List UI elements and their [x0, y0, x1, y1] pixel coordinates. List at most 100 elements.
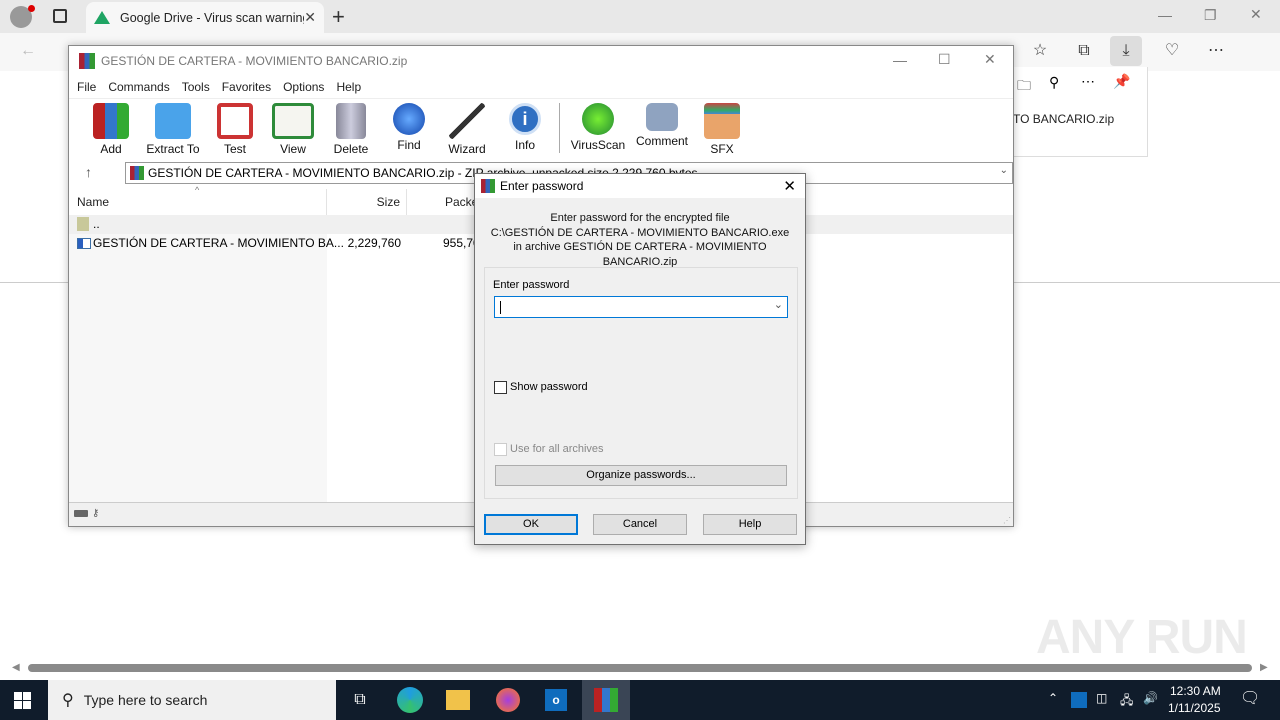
menu-favorites[interactable]: Favorites [222, 80, 271, 94]
menu-tools[interactable]: Tools [182, 80, 210, 94]
file-explorer-taskbar-icon[interactable] [434, 680, 482, 720]
network-icon[interactable]: 🖧 [1120, 691, 1133, 712]
drive-icon [74, 510, 88, 517]
delete-button[interactable]: Delete [323, 99, 379, 156]
use-for-all-archives-label: Use for all archives [510, 443, 604, 455]
tab-close-icon[interactable]: ✕ [304, 9, 316, 26]
taskbar-search[interactable]: ⚲ Type here to search [48, 680, 336, 720]
more-icon[interactable]: ⋯ [1200, 36, 1232, 66]
virusscan-button[interactable]: VirusScan [566, 99, 630, 152]
book-icon [272, 103, 314, 139]
up-arrow-icon[interactable]: ↑ [85, 164, 92, 180]
profile-notification-dot [28, 5, 35, 12]
edge-taskbar-icon[interactable] [386, 680, 434, 720]
outlook-tray-icon[interactable] [1071, 692, 1087, 708]
wizard-button[interactable]: Wizard [439, 99, 495, 156]
password-input[interactable]: ⌄ [494, 296, 788, 318]
browser-close-button[interactable]: ✕ [1250, 6, 1262, 23]
test-clipboard-icon [217, 103, 253, 139]
sfx-box-icon [704, 103, 740, 139]
menu-file[interactable]: File [77, 80, 96, 94]
show-password-label[interactable]: Show password [510, 381, 588, 393]
sort-indicator-icon: ^ [195, 185, 200, 195]
toolbar-separator [559, 103, 560, 153]
ok-button[interactable]: OK [484, 514, 578, 535]
dialog-titlebar: Enter password ✕ [475, 174, 805, 198]
dialog-close-button[interactable]: ✕ [783, 177, 796, 195]
wand-icon [449, 103, 485, 139]
tab-actions-icon[interactable] [53, 9, 67, 23]
task-view-button[interactable]: ⧉ [336, 680, 384, 720]
winrar-minimize-button[interactable]: — [893, 52, 907, 68]
download-filename[interactable]: TO BANCARIO.zip [1013, 112, 1114, 126]
winrar-close-button[interactable]: ✕ [984, 51, 996, 68]
dialog-title: Enter password [500, 179, 584, 193]
dialog-message: Enter password for the encrypted file C:… [490, 212, 790, 268]
enter-password-dialog: Enter password ✕ Enter password for the … [474, 173, 806, 545]
password-label: Enter password [493, 279, 570, 291]
browser-essentials-icon[interactable]: ♡ [1156, 36, 1188, 66]
resize-grip-icon[interactable]: ⋰ [1003, 516, 1011, 525]
notifications-icon[interactable]: 🗨 [1240, 688, 1260, 708]
downloads-more-icon[interactable]: ⋯ [1081, 73, 1095, 90]
collections-icon[interactable]: ⧉ [1068, 36, 1100, 66]
volume-icon[interactable]: 🔊 [1143, 691, 1158, 705]
info-button[interactable]: i Info [497, 99, 553, 152]
virus-bug-icon [582, 103, 614, 135]
test-button[interactable]: Test [207, 99, 263, 156]
browser-restore-button[interactable]: ❐ [1204, 7, 1217, 24]
address-dropdown-icon[interactable]: ⌄ [1000, 165, 1008, 176]
organize-passwords-button[interactable]: Organize passwords... [495, 465, 787, 486]
favorites-icon[interactable]: ☆ [1024, 36, 1056, 66]
pin-icon[interactable]: 📌 [1113, 73, 1130, 90]
menu-help[interactable]: Help [336, 80, 361, 94]
winrar-maximize-button[interactable]: ☐ [938, 51, 951, 68]
password-history-dropdown-icon[interactable]: ⌄ [774, 298, 783, 311]
folder-icon [155, 103, 191, 139]
winrar-toolbar: Add Extract To Test View Delete Find Wiz… [69, 98, 1013, 158]
start-button[interactable] [14, 692, 31, 709]
browser-minimize-button[interactable]: — [1158, 7, 1172, 23]
winrar-title: GESTIÓN DE CARTERA - MOVIMIENTO BANCARIO… [101, 54, 408, 68]
column-size[interactable]: Size [327, 189, 407, 215]
magnifier-icon [393, 103, 425, 135]
outlook-taskbar-icon[interactable]: o [532, 680, 580, 720]
anyrun-watermark: ANY RUN [1036, 611, 1248, 664]
sfx-button[interactable]: SFX [694, 99, 750, 156]
scroll-thumb[interactable] [28, 664, 1252, 672]
clock-time[interactable]: 12:30 AM [1170, 684, 1221, 698]
browser-tab-bar: Google Drive - Virus scan warning ✕ + — … [0, 0, 1280, 33]
show-hidden-icons[interactable]: ⌃ [1048, 691, 1058, 705]
new-tab-button[interactable]: + [332, 4, 345, 30]
browser-tab[interactable]: Google Drive - Virus scan warning ✕ [86, 2, 324, 33]
search-downloads-icon[interactable]: ⚲ [1049, 74, 1059, 91]
scroll-left-arrow[interactable]: ◀ [12, 662, 20, 673]
open-folder-icon[interactable]: 🗀 [1017, 75, 1031, 99]
comment-button[interactable]: Comment [632, 99, 692, 148]
scroll-right-arrow[interactable]: ▶ [1260, 662, 1268, 673]
add-icon [93, 103, 129, 139]
downloads-icon[interactable]: ⤓ [1110, 36, 1142, 66]
search-icon: ⚲ [62, 692, 74, 709]
add-button[interactable]: Add [83, 99, 139, 156]
help-button[interactable]: Help [703, 514, 797, 535]
find-button[interactable]: Find [381, 99, 437, 152]
view-button[interactable]: View [265, 99, 321, 156]
show-password-checkbox[interactable] [494, 381, 507, 394]
parent-folder-icon [77, 217, 89, 231]
key-icon: ⚷ [92, 508, 100, 519]
menu-commands[interactable]: Commands [108, 80, 169, 94]
firefox-taskbar-icon[interactable] [484, 680, 532, 720]
cancel-button[interactable]: Cancel [593, 514, 687, 535]
winrar-taskbar-icon[interactable] [582, 680, 630, 720]
downloads-panel: 🗀 ⚲ ⋯ 📌 TO BANCARIO.zip [1012, 67, 1148, 157]
meet-now-icon[interactable]: ◫ [1096, 691, 1107, 705]
info-icon: i [509, 103, 541, 135]
trash-icon [336, 103, 366, 139]
clock-date[interactable]: 1/11/2025 [1168, 701, 1221, 715]
extract-to-button[interactable]: Extract To [141, 99, 205, 156]
back-icon[interactable]: ← [12, 36, 44, 66]
menu-options[interactable]: Options [283, 80, 324, 94]
winrar-app-icon [79, 53, 95, 69]
password-group: Enter password ⌄ Show password Use for a… [484, 267, 798, 499]
